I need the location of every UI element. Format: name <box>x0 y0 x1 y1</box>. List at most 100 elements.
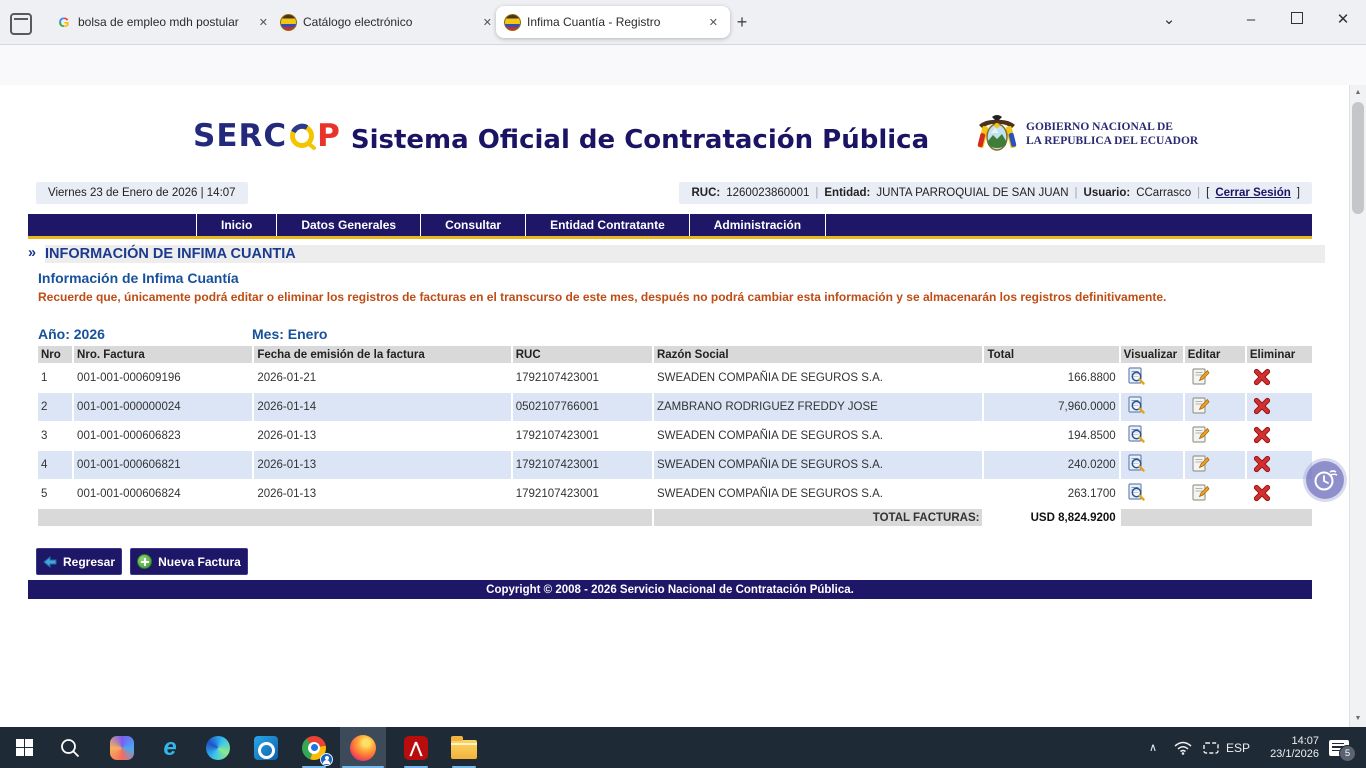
acrobat-icon[interactable]: ⋀ <box>393 727 439 768</box>
close-tab-icon[interactable]: ✕ <box>705 14 722 31</box>
separator: | <box>1197 187 1201 199</box>
edge-icon[interactable] <box>195 727 241 768</box>
screen: G bolsa de empleo mdh postular ✕ Catálog… <box>0 0 1366 768</box>
nav-item-entidad-contratante[interactable]: Entidad Contratante <box>525 214 689 236</box>
copilot-icon[interactable] <box>99 727 145 768</box>
facturas-table: Nro Nro. Factura Fecha de emisión de la … <box>36 345 1314 527</box>
eliminar-icon[interactable] <box>1253 484 1271 502</box>
cell-nro: 5 <box>41 488 48 500</box>
browser-tab-2[interactable]: Catálogo electrónico ✕ <box>272 6 504 38</box>
editar-icon[interactable] <box>1191 454 1210 473</box>
cast-screen-icon[interactable] <box>1198 727 1224 768</box>
outlook-icon[interactable] <box>243 727 289 768</box>
file-explorer-icon[interactable] <box>441 727 487 768</box>
cell-editar <box>1185 422 1245 450</box>
table-header-row: Nro Nro. Factura Fecha de emisión de la … <box>38 346 1312 363</box>
page-heading-row: » INFORMACIÓN DE INFIMA CUANTIA <box>28 245 1328 263</box>
scroll-up-icon[interactable]: ▲ <box>1350 85 1366 101</box>
col-nro: Nro <box>38 346 73 363</box>
eliminar-icon[interactable] <box>1253 426 1271 444</box>
visualizar-icon[interactable] <box>1127 396 1146 415</box>
nav-item-datos-generales[interactable]: Datos Generales <box>276 214 420 236</box>
scroll-down-icon[interactable]: ▼ <box>1350 711 1366 727</box>
site-title: Sistema Oficial de Contratación Pública <box>350 125 930 155</box>
cell-visualizar <box>1121 364 1183 392</box>
main-navigation: Inicio Datos Generales Consultar Entidad… <box>28 214 1312 236</box>
eliminar-icon[interactable] <box>1253 455 1271 473</box>
cell-factura: 001-001-000609196 <box>77 372 181 384</box>
sercop-logo-text: SERC <box>193 118 288 154</box>
cell-ruc: 1792107423001 <box>512 451 652 479</box>
separator: | <box>1074 187 1078 199</box>
search-button[interactable] <box>47 727 93 768</box>
cell-nro: 2 <box>38 393 73 421</box>
nav-item-administracion[interactable]: Administración <box>688 214 827 236</box>
start-button[interactable] <box>1 727 47 768</box>
table-row: 1 001-001-000609196 2026-01-21 179210742… <box>38 364 1312 392</box>
notification-center-button[interactable]: 5 <box>1322 727 1356 768</box>
section-title: Información de Infima Cuantía <box>38 270 239 286</box>
tab-title: bolsa de empleo mdh postular <box>78 15 239 29</box>
cell-ruc: 1792107423001 <box>515 488 599 500</box>
editar-icon[interactable] <box>1191 483 1210 502</box>
nav-item-inicio[interactable]: Inicio <box>196 214 276 236</box>
regresar-button[interactable]: Regresar <box>36 548 122 575</box>
tray-chevron-icon[interactable]: ∧ <box>1140 727 1166 768</box>
cell-eliminar <box>1246 393 1312 421</box>
close-tab-icon[interactable]: ✕ <box>255 14 272 31</box>
eliminar-icon[interactable] <box>1253 397 1271 415</box>
nav-item-consultar[interactable]: Consultar <box>420 214 525 236</box>
minimize-button[interactable]: – <box>1228 0 1274 40</box>
new-tab-button[interactable]: + <box>728 8 756 36</box>
windows-taskbar: e ⋀ ∧ ESP 14:07 23/1/2026 5 <box>0 727 1366 768</box>
cell-factura: 001-001-000000024 <box>74 393 253 421</box>
cell-fecha: 2026-01-21 <box>257 372 317 384</box>
close-window-button[interactable]: ✕ <box>1320 0 1366 40</box>
cell-editar <box>1184 451 1245 479</box>
table-row: 2 001-001-000000024 2026-01-14 050210776… <box>38 393 1312 421</box>
ecuador-crest-icon <box>280 13 297 31</box>
eliminar-icon[interactable] <box>1253 368 1271 386</box>
chrome-icon[interactable] <box>291 727 337 768</box>
nueva-factura-label: Nueva Factura <box>158 554 241 569</box>
internet-explorer-icon[interactable]: e <box>147 727 193 768</box>
visualizar-icon[interactable] <box>1127 425 1146 444</box>
cell-factura: 001-001-000606821 <box>74 451 253 479</box>
google-icon: G <box>56 14 72 30</box>
clock-display[interactable]: 14:07 23/1/2026 <box>1253 727 1319 768</box>
wifi-icon[interactable] <box>1170 727 1196 768</box>
scroll-thumb[interactable] <box>1352 102 1364 214</box>
visualizar-icon[interactable] <box>1127 454 1146 473</box>
cell-fecha: 2026-01-14 <box>254 393 511 421</box>
entidad-value: JUNTA PARROQUIAL DE SAN JUAN <box>876 187 1069 199</box>
visualizar-icon[interactable] <box>1127 483 1146 502</box>
language-indicator[interactable]: ESP <box>1222 727 1254 768</box>
logout-link[interactable]: Cerrar Sesión <box>1215 187 1290 199</box>
visualizar-icon[interactable] <box>1127 367 1146 386</box>
cell-fecha: 2026-01-13 <box>254 451 511 479</box>
list-tabs-chevron-icon[interactable]: ⌄ <box>1146 0 1192 40</box>
close-tab-icon[interactable]: ✕ <box>479 14 496 31</box>
cell-eliminar <box>1247 364 1312 392</box>
editar-icon[interactable] <box>1191 367 1210 386</box>
floating-timer-widget[interactable] <box>1306 461 1344 499</box>
page-scrollbar[interactable]: ▲ ▼ <box>1349 85 1366 727</box>
browser-tab-1[interactable]: G bolsa de empleo mdh postular ✕ <box>48 6 280 38</box>
browser-tab-3-active[interactable]: Infima Cuantía - Registro ✕ <box>496 6 730 38</box>
maximize-button[interactable] <box>1274 0 1320 40</box>
month-label: Mes: Enero <box>252 326 328 342</box>
page-content: SERC P Sistema Oficial de Contratación P… <box>0 85 1350 727</box>
cell-nro: 4 <box>38 451 73 479</box>
firefox-icon-active[interactable] <box>340 727 386 768</box>
entidad-label: Entidad: <box>824 187 871 199</box>
tray-time: 14:07 <box>1291 734 1319 747</box>
cell-fecha: 2026-01-13 <box>257 430 317 442</box>
editar-icon[interactable] <box>1191 396 1210 415</box>
cell-razon-social: SWEADEN COMPAÑIA DE SEGUROS S.A. <box>656 372 883 384</box>
session-info-bar: Viernes 23 de Enero de 2026 | 14:07 RUC:… <box>36 182 1312 204</box>
nueva-factura-button[interactable]: Nueva Factura <box>130 548 248 575</box>
cell-razon-social: SWEADEN COMPAÑIA DE SEGUROS S.A. <box>656 488 883 500</box>
firefox-view-icon[interactable] <box>10 13 32 35</box>
cell-editar <box>1185 364 1245 392</box>
editar-icon[interactable] <box>1191 425 1210 444</box>
